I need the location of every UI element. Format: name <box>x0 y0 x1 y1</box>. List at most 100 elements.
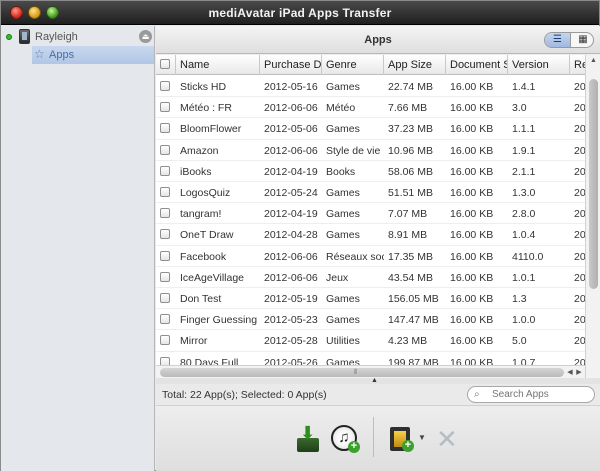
cell-purchase-date: 2012-05-16 <box>264 81 318 93</box>
import-dropdown-icon[interactable]: ▼ <box>418 433 428 443</box>
import-button[interactable]: + <box>388 424 420 456</box>
cell-release-date: 201 <box>574 144 585 157</box>
cell-document-size: 16.00 KB <box>450 271 494 284</box>
column-header-document-size[interactable]: Document Siz <box>446 55 508 75</box>
column-header-app-size[interactable]: App Size <box>384 55 446 75</box>
cell-release-date: 201 <box>574 187 585 199</box>
row-checkbox[interactable] <box>160 229 170 240</box>
cell-name: Amazon <box>180 144 219 157</box>
row-checkbox[interactable] <box>160 144 170 155</box>
collapse-up-icon[interactable]: ▲ <box>371 377 378 384</box>
scroll-up-icon[interactable]: ▲ <box>588 56 599 66</box>
cell-version: 4110.0 <box>512 250 544 263</box>
cell-document-size: 16.00 KB <box>450 187 494 199</box>
row-checkbox[interactable] <box>160 165 170 176</box>
column-header-name[interactable]: Name <box>176 55 260 75</box>
cell-app-size: 51.51 MB <box>388 187 433 199</box>
sidebar-item-apps[interactable]: ☆ Apps <box>32 46 154 64</box>
cell-document-size: 16.00 KB <box>450 165 494 178</box>
grid-view-icon[interactable]: ▦ <box>570 33 593 47</box>
cell-app-size: 17.35 MB <box>388 250 433 263</box>
cell-purchase-date: 2012-06-06 <box>264 144 318 157</box>
row-checkbox[interactable] <box>160 123 170 134</box>
table-row[interactable]: iBooks 2012-04-19 Books 58.06 MB 16.00 KB 2.1… <box>156 161 585 182</box>
row-checkbox[interactable] <box>160 314 170 325</box>
cell-release-date: 201 <box>574 123 585 136</box>
row-checkbox[interactable] <box>160 102 170 113</box>
export-to-itunes-button[interactable]: ♫ + <box>329 423 361 455</box>
cell-app-size: 7.66 MB <box>388 102 428 115</box>
cell-version: 1.3 <box>512 293 527 305</box>
cell-genre: Books <box>326 165 356 178</box>
cell-app-size: 156.05 MB <box>388 293 439 305</box>
search-input[interactable] <box>492 388 590 401</box>
column-header-purchase-date[interactable]: Purchase Dat <box>260 55 322 75</box>
table-row[interactable]: Don Test 2012-05-19 Games 156.05 MB 16.00 KB… <box>156 288 585 310</box>
cell-release-date: 201 <box>574 314 585 327</box>
select-all-checkbox[interactable] <box>160 59 170 69</box>
device-connected-icon <box>6 34 12 40</box>
table-row[interactable]: Mirror 2012-05-28 Utilities 4.23 MB 16.00 KB… <box>156 330 585 352</box>
cell-genre: Style de vie <box>326 144 381 157</box>
title-bar: mediAvatar iPad Apps Transfer <box>1 1 599 25</box>
scroll-right-icon[interactable]: ▶ <box>574 367 584 378</box>
row-checkbox[interactable] <box>160 187 170 197</box>
cell-document-size: 16.00 KB <box>450 102 494 115</box>
table-row[interactable]: LogosQuiz 2012-05-24 Games 51.51 MB 16.00 KB… <box>156 182 585 204</box>
device-name: Rayleigh <box>35 31 78 43</box>
cell-document-size: 16.00 KB <box>450 293 494 305</box>
row-checkbox[interactable] <box>160 293 170 303</box>
search-box[interactable]: ⌕ <box>467 386 595 403</box>
table-row[interactable]: OneT Draw 2012-04-28 Games 8.91 MB 16.00 KB 1… <box>156 224 585 246</box>
delete-icon[interactable]: ✕ <box>436 425 468 457</box>
horizontal-scroll-thumb[interactable]: ⦀ <box>160 368 564 377</box>
cell-version: 1.9.1 <box>512 144 536 157</box>
cell-document-size: 16.00 KB <box>450 314 494 327</box>
cell-purchase-date: 2012-04-19 <box>264 208 318 221</box>
column-header-genre[interactable]: Genre <box>322 55 384 75</box>
table-row[interactable]: Météo : FR 2012-06-06 Météo 7.66 MB 16.00 KB… <box>156 97 585 119</box>
row-checkbox[interactable] <box>160 208 170 219</box>
table-row[interactable]: tangram! 2012-04-19 Games 7.07 MB 16.00 KB 2.… <box>156 203 585 225</box>
pane-header: Apps ☰ ▦ <box>156 26 600 54</box>
cell-purchase-date: 2012-06-06 <box>264 271 318 284</box>
cell-version: 1.0.4 <box>512 229 536 242</box>
cell-app-size: 22.74 MB <box>388 81 433 93</box>
cell-app-size: 58.06 MB <box>388 165 433 178</box>
table-row[interactable]: Finger Guessing 2012-05-23 Games 147.47 MB 1… <box>156 309 585 331</box>
cell-release-date: 201 <box>574 165 585 178</box>
cell-name: Facebook <box>180 250 227 263</box>
row-checkbox[interactable] <box>160 250 170 261</box>
list-view-icon[interactable]: ☰ <box>545 33 570 47</box>
cell-app-size: 4.23 MB <box>388 335 428 348</box>
table-row[interactable]: Facebook 2012-06-06 Réseaux soc... 17.35 MB… <box>156 246 585 267</box>
table-row[interactable]: Sticks HD 2012-05-16 Games 22.74 MB 16.00 KB… <box>156 76 585 98</box>
cell-document-size: 16.00 KB <box>450 229 494 242</box>
window-title: mediAvatar iPad Apps Transfer <box>208 6 392 20</box>
cell-purchase-date: 2012-05-19 <box>264 293 318 305</box>
table-row[interactable]: IceAgeVillage 2012-06-06 Jeux 43.54 MB 16.00… <box>156 267 585 288</box>
table-row[interactable]: Amazon 2012-06-06 Style de vie 10.96 MB 16.0… <box>156 140 585 161</box>
cell-version: 1.0.1 <box>512 271 536 284</box>
cell-genre: Réseaux soc... <box>326 250 384 263</box>
cell-document-size: 16.00 KB <box>450 123 494 136</box>
vertical-scroll-thumb[interactable] <box>589 79 598 289</box>
row-checkbox[interactable] <box>160 271 170 282</box>
status-bar: Total: 22 App(s); Selected: 0 App(s) ⌕ <box>156 384 600 406</box>
sidebar-device[interactable]: Rayleigh ⏏ <box>1 28 154 46</box>
cell-name: Météo : FR <box>180 102 232 115</box>
export-to-pc-button[interactable]: ⬇ <box>293 424 325 456</box>
column-header-release-date[interactable]: Rele <box>570 55 585 75</box>
eject-icon[interactable]: ⏏ <box>139 30 152 43</box>
vertical-scrollbar[interactable]: ▲ ▼ <box>585 55 600 393</box>
cell-genre: Games <box>326 123 360 136</box>
cell-version: 2.1.1 <box>512 165 536 178</box>
apps-icon: ☆ <box>34 47 45 61</box>
row-checkbox[interactable] <box>160 81 170 91</box>
row-checkbox[interactable] <box>160 335 170 346</box>
column-header-version[interactable]: Version <box>508 55 570 75</box>
cell-release-date: 201 <box>574 229 585 242</box>
cell-release-date: 201 <box>574 293 585 305</box>
table-row[interactable]: BloomFlower 2012-05-06 Games 37.23 MB 16.00 … <box>156 118 585 140</box>
cell-name: tangram! <box>180 208 222 221</box>
